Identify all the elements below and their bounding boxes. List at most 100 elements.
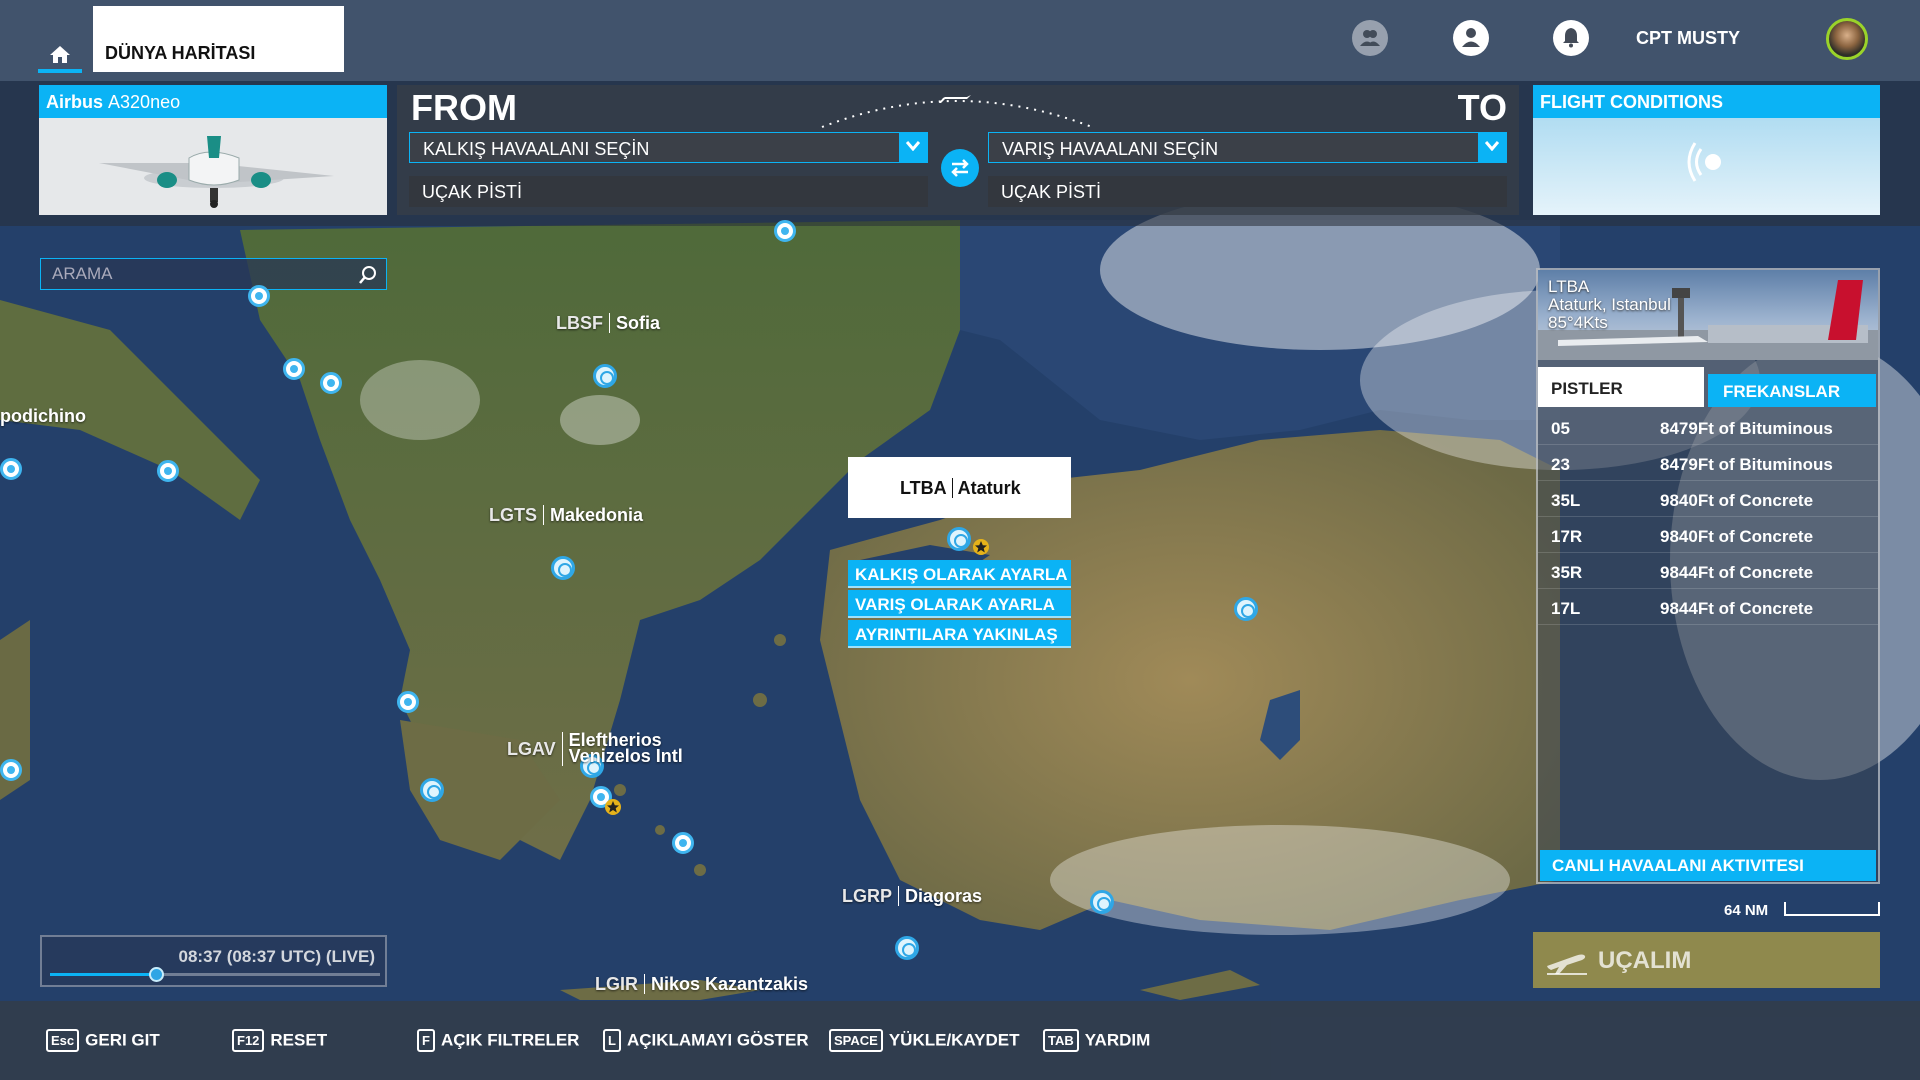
airport-pin-antalya[interactable] (1090, 890, 1114, 914)
runway-row[interactable]: 35L 9840Ft of Concrete (1538, 483, 1878, 517)
departure-airport-select[interactable]: KALKIŞ HAVAALANI SEÇİN (409, 132, 928, 163)
flight-conditions-title: FLIGHT CONDITIONS (1533, 85, 1880, 118)
map-label-name: Diagoras (905, 886, 983, 906)
from-label: FROM (411, 87, 517, 128)
map-label-lgts[interactable]: LGTS Makedonia (489, 505, 643, 526)
tab-runways[interactable]: PISTLER (1538, 367, 1704, 407)
airport-pin[interactable] (672, 832, 694, 854)
airport-pin[interactable] (283, 358, 305, 380)
chevron-down-icon[interactable] (899, 132, 928, 163)
set-arrival-button[interactable]: VARIŞ OLARAK AYARLA (848, 590, 1071, 618)
hint-label: AÇIKLAMAYI GÖSTER (626, 1030, 809, 1050)
time-label: 08:37 (08:37 UTC) (LIVE) (178, 947, 376, 966)
arrival-airport-placeholder: VARIŞ HAVAALANI SEÇİN (1002, 139, 1219, 159)
key-l: L (603, 1029, 621, 1052)
runway-desc: 9844Ft of Concrete (1660, 599, 1814, 618)
map-label-name: Makedonia (550, 505, 644, 525)
hint-filters[interactable]: F AÇIK FILTRELER (417, 1029, 579, 1055)
runway-id: 23 (1551, 455, 1570, 474)
runway-row[interactable]: 23 8479Ft of Bituminous (1538, 447, 1878, 481)
hint-label: RESET (270, 1030, 328, 1050)
runway-row[interactable]: 17R 9840Ft of Concrete (1538, 519, 1878, 553)
map-label-lgrp[interactable]: LGRP Diagoras (842, 886, 982, 907)
profile-icon (1462, 28, 1480, 47)
hint-legend[interactable]: L AÇIKLAMAYI GÖSTER (603, 1029, 809, 1055)
airport-popup-code: LTBA (900, 478, 953, 498)
map-label-lgav[interactable]: LGAV Eleftherios Venizelos Intl (507, 730, 685, 766)
time-slider-handle[interactable] (148, 967, 164, 982)
airport-pin[interactable] (0, 759, 22, 781)
tab-frequencies[interactable]: FREKANSLAR (1708, 374, 1876, 407)
search-input[interactable] (41, 259, 351, 289)
hint-help[interactable]: TAB YARDIM (1043, 1029, 1150, 1055)
time-slider-panel[interactable]: 08:37 (08:37 UTC) (LIVE) (40, 935, 387, 987)
map-label-lgir[interactable]: LGIR Nikos Kazantzakis (595, 974, 808, 995)
runway-row[interactable]: 05 8479Ft of Bituminous (1538, 411, 1878, 445)
aircraft-brand: Airbus (46, 92, 104, 112)
airport-header-image: LTBA Ataturk, Istanbul 85°4Kts (1538, 270, 1878, 360)
arrival-runway-select[interactable]: UÇAK PİSTİ (988, 176, 1507, 207)
runway-row[interactable]: 35R 9844Ft of Concrete (1538, 555, 1878, 589)
runway-desc: 9840Ft of Concrete (1660, 527, 1814, 546)
map-label-lbsf[interactable]: LBSF Sofia (556, 313, 660, 334)
set-departure-button[interactable]: KALKIŞ OLARAK AYARLA (848, 560, 1071, 588)
airport-wind: 85°4Kts (1548, 313, 1608, 332)
map-scale-bar (1784, 902, 1880, 916)
notifications-button[interactable] (1553, 20, 1589, 56)
airport-pin[interactable] (774, 220, 796, 242)
airport-pin[interactable] (320, 372, 342, 394)
map-label-name: Eleftherios Venizelos Intl (568, 730, 683, 766)
friends-button[interactable] (1352, 20, 1388, 56)
home-button[interactable] (42, 40, 78, 72)
to-label: TO (1457, 87, 1507, 128)
tab-world-map[interactable]: DÜNYA HARİTASI (93, 6, 344, 72)
airport-pin-sofia[interactable] (593, 364, 617, 388)
map-label-name: Sofia (616, 313, 661, 333)
departure-runway-select[interactable]: UÇAK PİSTİ (409, 176, 928, 207)
key-f12: F12 (232, 1029, 265, 1052)
airport-pin-rhodes[interactable] (895, 936, 919, 960)
hint-back[interactable]: Esc GERI GIT (46, 1029, 160, 1055)
home-tab-indicator (38, 69, 82, 73)
airport-pin-istanbul[interactable] (947, 527, 971, 551)
airport-pin-makedonia[interactable] (551, 556, 575, 580)
hint-label: YÜKLE/KAYDET (888, 1030, 1020, 1050)
bottom-bar: Esc GERI GIT F12 RESET F AÇIK FILTRELER L AÇ… (0, 1001, 1920, 1080)
runway-row[interactable]: 17L 9844Ft of Concrete (1538, 591, 1878, 625)
airport-pin[interactable] (248, 285, 270, 307)
map-label-code: LBSF (556, 313, 610, 333)
chevron-down-icon[interactable] (1478, 132, 1507, 163)
search-icon[interactable] (358, 265, 378, 285)
friends-icon (1360, 30, 1380, 46)
flight-conditions-panel[interactable]: FLIGHT CONDITIONS (1533, 85, 1880, 215)
map-label-code: LGTS (489, 505, 544, 525)
map-label-code: LGRP (842, 886, 900, 906)
route-arc-decoration (821, 95, 1093, 128)
swap-airports-button[interactable] (941, 149, 979, 187)
airport-pin-ankara[interactable] (1234, 597, 1258, 621)
time-slider-track[interactable] (50, 967, 380, 982)
username[interactable]: CPT MUSTY (1636, 28, 1740, 49)
hint-load-save[interactable]: SPACE YÜKLE/KAYDET (829, 1029, 1020, 1055)
airport-pin[interactable] (397, 691, 419, 713)
key-esc: Esc (46, 1029, 80, 1052)
map-scale-label: 64 NM (1724, 902, 1769, 919)
fly-button[interactable]: UÇALIM (1533, 932, 1880, 988)
profile-button[interactable] (1453, 20, 1489, 56)
runway-id: 17L (1551, 599, 1581, 618)
map-label-podichino[interactable]: podichino (0, 406, 86, 427)
bell-icon (1563, 28, 1579, 48)
map-label-code: LGAV (507, 732, 563, 766)
aircraft-selector[interactable]: Airbus A320neo (39, 85, 387, 215)
aircraft-model: A320neo (108, 92, 181, 112)
zoom-details-button[interactable]: AYRINTILARA YAKINLAŞ (848, 620, 1071, 648)
airport-pin[interactable] (157, 460, 179, 482)
live-airport-activity-button[interactable]: CANLI HAVAALANI AKTIVITESI (1540, 850, 1876, 881)
search-box[interactable] (40, 258, 387, 290)
avatar[interactable] (1826, 18, 1868, 60)
airport-pin[interactable] (0, 458, 22, 480)
airport-pin-araxos[interactable] (420, 778, 444, 802)
plane-takeoff-icon (1547, 954, 1587, 975)
arrival-airport-select[interactable]: VARIŞ HAVAALANI SEÇİN (988, 132, 1507, 163)
hint-reset[interactable]: F12 RESET (232, 1029, 327, 1055)
